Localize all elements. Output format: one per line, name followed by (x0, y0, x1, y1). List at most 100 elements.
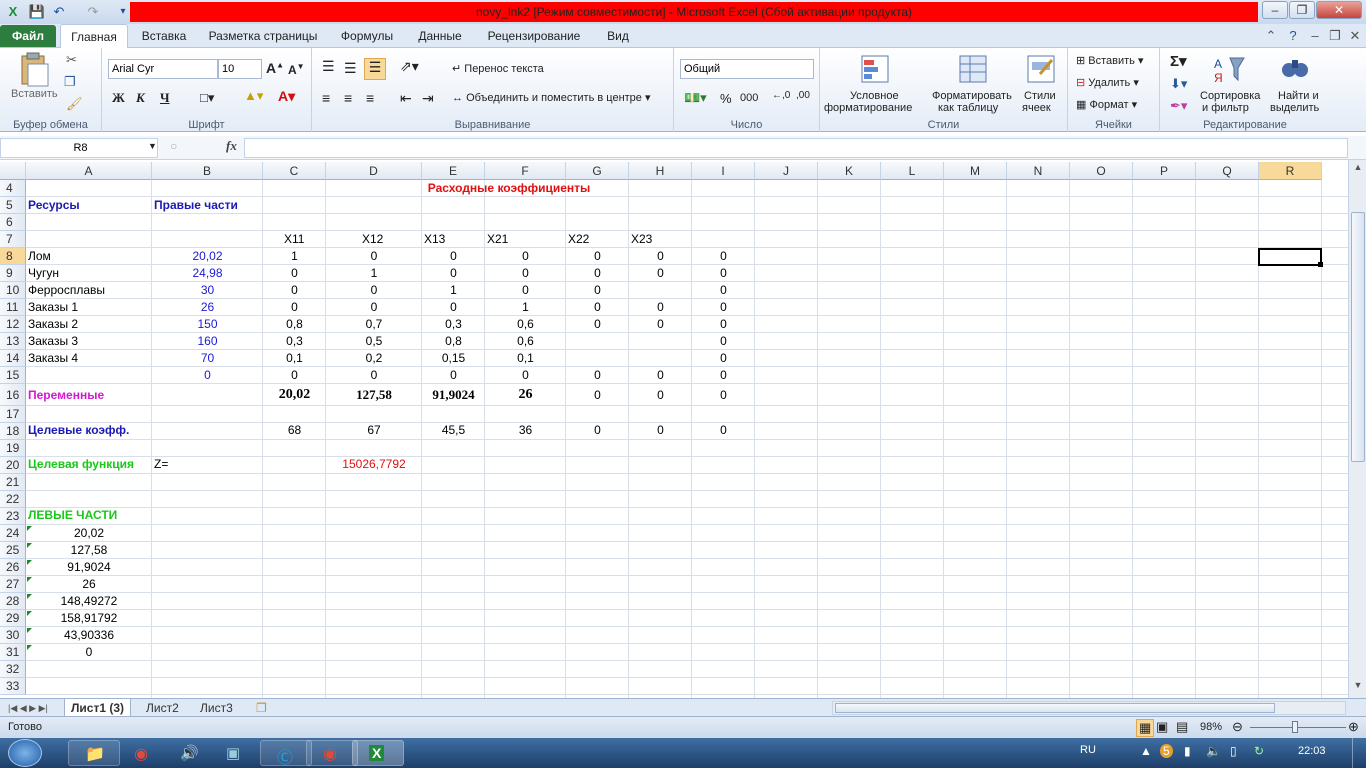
clear-icon[interactable]: ✒▾ (1170, 98, 1187, 114)
error-indicator-icon[interactable] (27, 526, 32, 531)
column-header-f[interactable]: F (485, 162, 566, 180)
format-cells-button[interactable]: ▦ Формат ▾ (1076, 98, 1137, 111)
taskbar-excel[interactable]: X (352, 740, 404, 766)
row-header-7[interactable]: 7 (0, 231, 26, 248)
fill-handle[interactable] (1318, 262, 1323, 267)
worksheet-grid[interactable]: ABCDEFGHIJKLMNOPQR 4 5 6 7 8 9 10 11 12 13 14 15 16 1… (0, 162, 1348, 698)
insert-function-button[interactable]: fx (226, 138, 237, 154)
column-header-l[interactable]: L (881, 162, 944, 180)
tab-data[interactable]: Данные (410, 24, 470, 48)
font-color-icon[interactable]: A▾ (278, 88, 295, 105)
formula-input[interactable] (244, 138, 1348, 158)
tab-view[interactable]: Вид (598, 24, 638, 48)
format-as-table-label2[interactable]: как таблицу (938, 102, 998, 114)
column-header-g[interactable]: G (566, 162, 629, 180)
currency-icon[interactable]: 💵▾ (684, 90, 707, 106)
h-scroll-thumb[interactable] (835, 703, 1275, 713)
align-middle-icon[interactable]: ☰ (344, 60, 357, 77)
column-header-a[interactable]: A (26, 162, 152, 180)
close-icon[interactable]: ✕ (1316, 1, 1362, 19)
borders-icon[interactable]: □▾ (200, 90, 214, 106)
conditional-format-label1[interactable]: Условное (850, 90, 899, 102)
row-header-26[interactable]: 26 (0, 559, 26, 576)
sheet-tab-1[interactable]: Лист1 (3) (64, 699, 132, 717)
align-bottom-icon[interactable]: ☰ (364, 58, 386, 80)
align-left-icon[interactable]: ≡ (322, 90, 330, 106)
volume-icon[interactable]: 🔈 (1206, 744, 1221, 758)
language-indicator[interactable]: RU (1080, 744, 1096, 756)
new-sheet-icon[interactable]: ❐ (250, 699, 273, 717)
row-header-22[interactable]: 22 (0, 491, 26, 508)
grow-font-icon[interactable]: A▲ (266, 60, 284, 76)
fill-color-icon[interactable]: ▲▾ (244, 88, 263, 104)
vertical-scrollbar[interactable]: ▲ ▼ (1348, 160, 1366, 698)
restore-icon[interactable]: ❐ (1289, 1, 1315, 19)
row-header-23[interactable]: 23 (0, 508, 26, 525)
column-header-m[interactable]: M (944, 162, 1007, 180)
tab-home[interactable]: Главная (60, 24, 128, 48)
column-header-k[interactable]: K (818, 162, 881, 180)
column-header-e[interactable]: E (422, 162, 485, 180)
scroll-up-icon[interactable]: ▲ (1351, 162, 1365, 176)
error-indicator-icon[interactable] (27, 543, 32, 548)
page-layout-view-icon[interactable]: ▣ (1156, 719, 1168, 735)
fill-icon[interactable]: ⬇▾ (1170, 76, 1187, 92)
row-header-19[interactable]: 19 (0, 440, 26, 457)
font-name-select[interactable]: Arial Cyr (108, 59, 218, 79)
row-header-13[interactable]: 13 (0, 333, 26, 350)
tray-expand-icon[interactable]: ▲ (1140, 744, 1152, 758)
conditional-format-label2[interactable]: форматирование (824, 102, 912, 114)
redo-icon[interactable]: ↷ (84, 3, 102, 21)
zoom-slider-thumb[interactable] (1292, 721, 1298, 733)
align-center-icon[interactable]: ≡ (344, 90, 352, 106)
cell-styles-label2[interactable]: ячеек (1022, 102, 1051, 114)
paste-icon[interactable] (18, 52, 50, 88)
show-desktop-button[interactable] (1352, 738, 1366, 768)
battery-icon[interactable]: ▯ (1230, 744, 1237, 758)
zoom-slider[interactable] (1250, 727, 1346, 728)
zoom-in-icon[interactable]: ⊕ (1348, 719, 1359, 735)
taskbar-explorer[interactable]: 📁 (68, 740, 120, 766)
delete-cells-button[interactable]: ⊟ Удалить ▾ (1076, 76, 1139, 89)
excel-app-icon[interactable]: X (4, 3, 22, 21)
format-as-table-label1[interactable]: Форматировать (932, 90, 1012, 102)
column-header-b[interactable]: B (152, 162, 263, 180)
row-header-10[interactable]: 10 (0, 282, 26, 299)
find-select-label1[interactable]: Найти и (1278, 90, 1319, 102)
row-header-16[interactable]: 16 (0, 384, 26, 406)
paste-label[interactable]: Вставить (11, 88, 58, 100)
row-header-17[interactable]: 17 (0, 406, 26, 423)
row-header-8[interactable]: 8 (0, 248, 26, 265)
chrome-icon[interactable]: ◉ (134, 744, 148, 764)
error-indicator-icon[interactable] (27, 560, 32, 565)
name-box-dropdown-icon[interactable]: ▼ (148, 141, 157, 151)
align-top-icon[interactable]: ☰ (322, 58, 335, 75)
tray-app-icon[interactable]: 5 (1160, 744, 1173, 758)
scroll-down-icon[interactable]: ▼ (1351, 680, 1365, 694)
decrease-indent-icon[interactable]: ⇤ (400, 90, 412, 107)
row-header-32[interactable]: 32 (0, 661, 26, 678)
select-all-corner[interactable] (0, 162, 26, 180)
percent-button[interactable]: % (720, 91, 732, 106)
orientation-icon[interactable]: ⇗▾ (400, 58, 419, 75)
row-header-20[interactable]: 20 (0, 457, 26, 474)
tab-page-layout[interactable]: Разметка страницы (202, 24, 324, 48)
row-header-29[interactable]: 29 (0, 610, 26, 627)
bold-button[interactable]: Ж (112, 90, 125, 106)
active-cell-r8[interactable] (1258, 248, 1322, 266)
network-icon[interactable]: ▮ (1184, 744, 1191, 758)
autosum-icon[interactable]: Σ▾ (1170, 52, 1187, 70)
zoom-out-icon[interactable]: ⊖ (1232, 719, 1243, 735)
align-right-icon[interactable]: ≡ (366, 90, 374, 106)
increase-indent-icon[interactable]: ⇥ (422, 90, 434, 107)
horizontal-scrollbar[interactable] (832, 701, 1346, 715)
shrink-font-icon[interactable]: A▼ (288, 62, 305, 77)
ribbon-minimize-icon[interactable]: ⌃ (1262, 27, 1280, 45)
sheet-nav-icons[interactable]: |◀ ◀ ▶ ▶| (2, 699, 54, 717)
media-player-icon[interactable]: 🔊 (180, 744, 199, 762)
start-button[interactable] (8, 739, 42, 767)
column-header-c[interactable]: C (263, 162, 326, 180)
decrease-decimal-icon[interactable]: ,00 (796, 90, 810, 101)
number-format-select[interactable]: Общий (680, 59, 814, 79)
image-viewer-icon[interactable]: ▣ (226, 744, 240, 762)
